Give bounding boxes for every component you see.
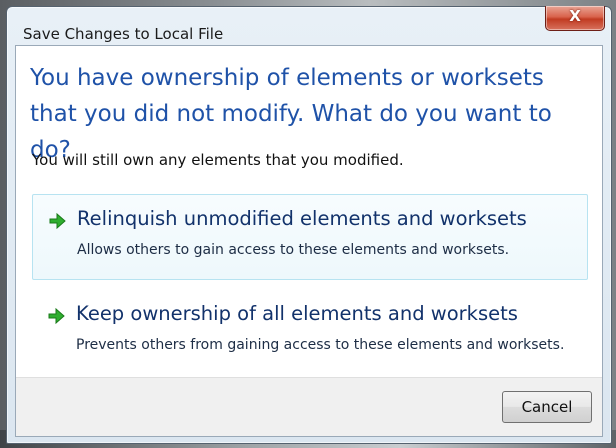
keep-ownership-option[interactable]: Keep ownership of all elements and works…: [32, 290, 588, 380]
green-arrow-icon: [48, 307, 65, 325]
save-changes-dialog: Save Changes to Local File X You have ow…: [6, 6, 612, 444]
content-text: You will still own any elements that you…: [32, 151, 404, 169]
close-icon: X: [569, 7, 581, 25]
dialog-title: Save Changes to Local File: [23, 25, 224, 43]
relinquish-option-description: Allows others to gain access to these el…: [77, 242, 510, 258]
keep-ownership-option-description: Prevents others from gaining access to t…: [76, 337, 565, 353]
close-button[interactable]: X: [545, 6, 605, 31]
title-bar[interactable]: Save Changes to Local File X: [7, 6, 611, 45]
keep-ownership-option-title: Keep ownership of all elements and works…: [76, 302, 518, 325]
dialog-footer: Cancel: [16, 377, 602, 436]
cancel-button[interactable]: Cancel: [502, 391, 592, 423]
green-arrow-icon: [49, 212, 66, 230]
relinquish-option[interactable]: Relinquish unmodified elements and works…: [32, 194, 588, 280]
relinquish-option-title: Relinquish unmodified elements and works…: [77, 207, 527, 230]
dialog-body: You have ownership of elements or workse…: [15, 45, 603, 437]
